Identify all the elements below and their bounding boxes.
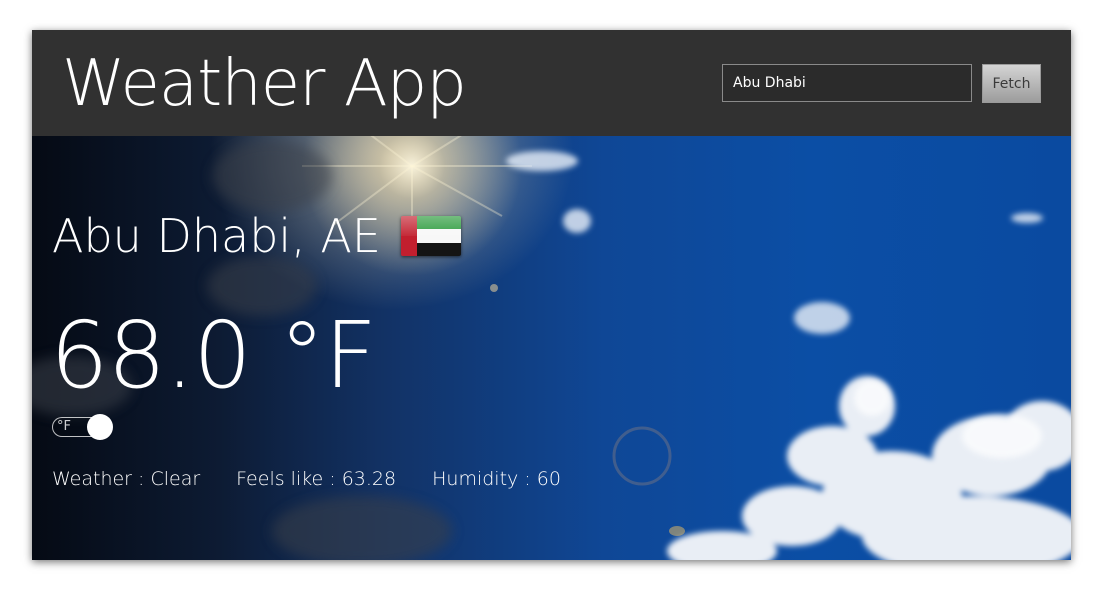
app-title: Weather App [62,47,467,121]
temperature-value: 68.0 °F [50,302,377,409]
weather-details: Weather : Clear Feels like : 63.28 Humidit… [52,468,597,490]
weather-condition: Weather : Clear [52,468,201,490]
humidity: Humidity : 60 [432,468,561,490]
location-row: Abu Dhabi, AE [52,206,461,266]
unit-toggle-knob[interactable] [87,414,113,440]
city-search-input[interactable] [722,64,972,102]
app-header: Weather App Fetch [32,30,1071,136]
fetch-button[interactable]: Fetch [982,64,1041,103]
unit-toggle-label: °F [57,419,71,434]
uae-flag-icon [400,216,461,256]
weather-panel: Abu Dhabi, AE 68.0 °F °F Weather : Clear… [32,136,1071,560]
location-name: Abu Dhabi, AE [52,209,381,263]
feels-like: Feels like : 63.28 [236,468,397,490]
unit-toggle[interactable]: °F [52,414,113,440]
weather-app: Weather App Fetch [32,30,1071,560]
